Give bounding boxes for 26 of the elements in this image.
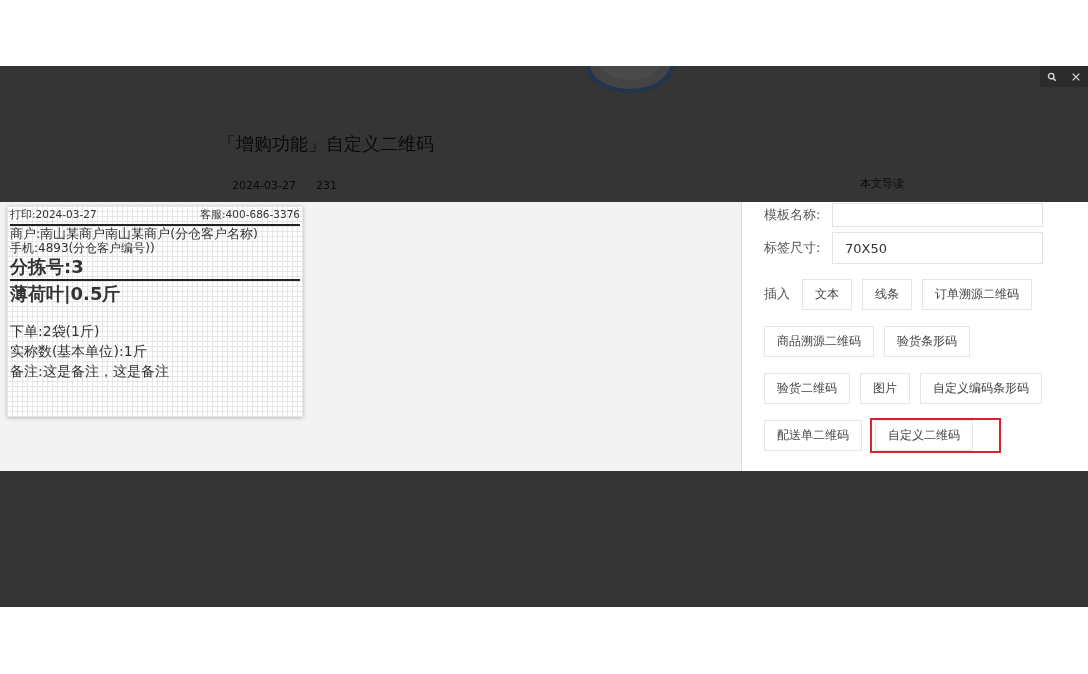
template-name-field[interactable] — [832, 203, 1043, 227]
label-line: 实称数(基本单位):1斤 — [10, 342, 148, 361]
insert-label: 插入 — [764, 285, 790, 303]
insert-button[interactable]: 图片 — [860, 372, 910, 404]
service-phone: 客服:400-686-3376 — [200, 208, 300, 222]
insert-button[interactable]: 订单溯源二维码 — [922, 278, 1032, 310]
insert-button[interactable]: 配送单二维码 — [764, 419, 862, 451]
insert-button[interactable]: 自定义编码条形码 — [920, 372, 1042, 404]
merchant-text: 商户:南山某商户南山某商户(分仓客户名称) — [10, 226, 259, 241]
label-size-field[interactable]: 70X50 — [832, 232, 1043, 264]
label-line: 备注:这是备注，这是备注 — [10, 362, 170, 381]
label-line: 下单:2袋(1斤) — [10, 322, 101, 341]
insert-button[interactable]: 验货条形码 — [884, 325, 970, 357]
print-date: 打印:2024-03-27 — [10, 208, 97, 222]
sort-number: 分拣号:3 — [10, 255, 300, 281]
insert-button[interactable]: 验货二维码 — [764, 372, 850, 404]
insert-button[interactable]: 文本 — [802, 278, 852, 310]
close-icon[interactable] — [1071, 71, 1081, 82]
field-label: 标签尺寸: — [764, 239, 822, 257]
search-icon[interactable] — [1047, 71, 1057, 82]
insert-button[interactable]: 线条 — [862, 278, 912, 310]
insert-button[interactable]: 商品溯源二维码 — [764, 325, 874, 357]
phone-text: 手机:4893(分仓客户编号)) — [10, 241, 156, 255]
insert-button[interactable]: 自定义二维码 — [875, 419, 973, 451]
field-label: 模板名称: — [764, 206, 822, 224]
product-text: 薄荷叶|0.5斤 — [10, 282, 122, 306]
